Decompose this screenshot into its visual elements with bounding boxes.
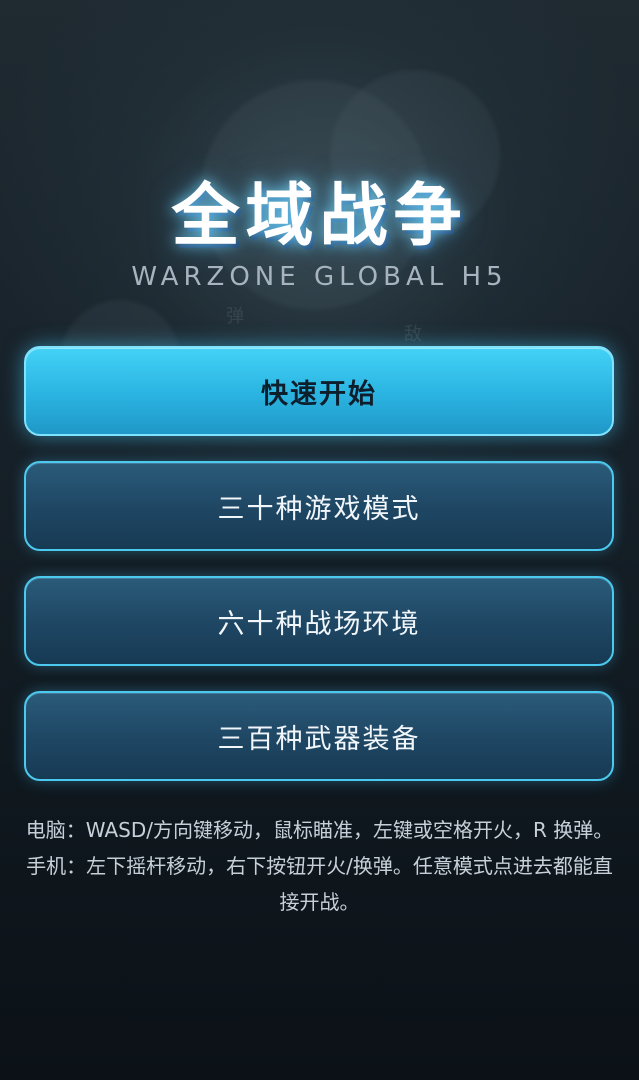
battlefield-environments-button[interactable]: 六十种战场环境 (24, 576, 614, 666)
background-glyph: 弹 (226, 306, 244, 327)
controls-hint: 电脑：WASD/方向键移动，鼠标瞄准，左键或空格开火，R 换弹。手机：左下摇杆移… (25, 818, 614, 914)
start-screen: 弹 敌 全域战争 WARZONE GLOBAL H5 快速开始 三十种游戏模式 … (0, 0, 639, 1080)
game-modes-button[interactable]: 三十种游戏模式 (24, 461, 614, 551)
game-title: 全域战争 (171, 177, 468, 256)
quick-start-button[interactable]: 快速开始 (24, 346, 614, 436)
weapons-equipment-button[interactable]: 三百种武器装备 (24, 691, 614, 781)
background-glyph: 敌 (404, 324, 422, 345)
game-subtitle: WARZONE GLOBAL H5 (131, 262, 508, 292)
